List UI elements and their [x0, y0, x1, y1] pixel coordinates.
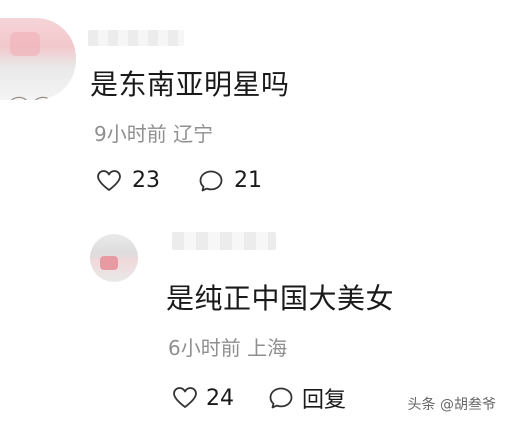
reply-button[interactable]: 回复 — [302, 382, 346, 414]
reply-username-blurred[interactable] — [172, 232, 276, 250]
watermark: 头条 @胡叁爷 — [408, 394, 496, 414]
reply-actions: 24 回复 — [172, 382, 346, 414]
username-blurred[interactable] — [88, 30, 184, 46]
comment-location: 辽宁 — [173, 122, 214, 146]
reply-avatar[interactable] — [90, 234, 138, 282]
reply-meta: 6小时前 上海 — [168, 334, 287, 362]
reply-like-count: 24 — [206, 385, 234, 411]
heart-icon[interactable] — [96, 169, 122, 193]
comment-text: 是东南亚明星吗 — [90, 68, 290, 101]
heart-icon[interactable] — [172, 386, 198, 410]
comment-actions: 23 21 — [96, 168, 290, 193]
reply-time: 6小时前 — [168, 336, 241, 360]
comment-bubble-icon[interactable] — [198, 169, 224, 193]
reply-location: 上海 — [247, 336, 288, 360]
watermark-text: 头条 @胡叁爷 — [407, 397, 496, 413]
reply-icon[interactable] — [268, 386, 294, 410]
reply-text: 是纯正中国大美女 — [166, 282, 395, 315]
comment-time: 9小时前 — [94, 122, 167, 146]
avatar[interactable]: ︵︵ — [0, 18, 76, 100]
reply-count: 21 — [234, 168, 262, 193]
comment-meta: 9小时前 辽宁 — [94, 120, 213, 148]
like-count: 23 — [132, 168, 160, 193]
